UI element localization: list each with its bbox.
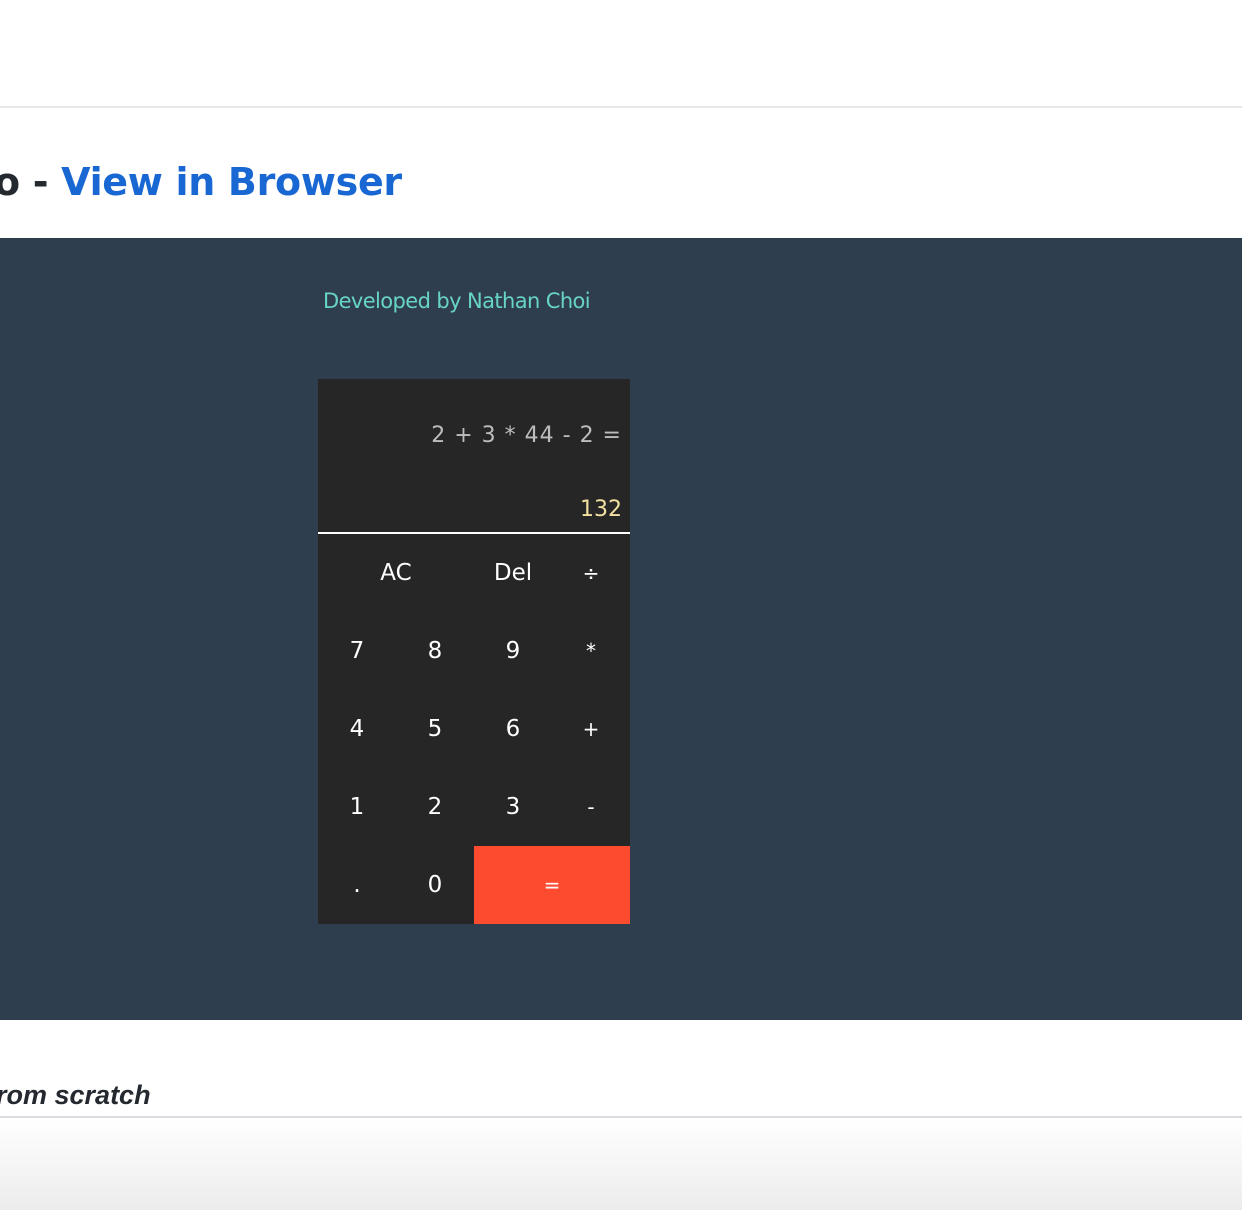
expression-readout: 2 + 3 * 44 - 2 = <box>431 423 622 448</box>
digit-5-button[interactable]: 5 <box>396 690 474 768</box>
section-caption: rom scratch <box>0 1080 151 1110</box>
developer-credit: Developed by Nathan Choi <box>323 289 591 313</box>
digit-2-button[interactable]: 2 <box>396 768 474 846</box>
digit-3-button[interactable]: 3 <box>474 768 552 846</box>
digit-0-button[interactable]: 0 <box>396 846 474 924</box>
digit-9-button[interactable]: 9 <box>474 612 552 690</box>
page-heading: o - View in Browser <box>0 158 402 206</box>
heading-prefix: o - <box>0 160 62 204</box>
digit-7-button[interactable]: 7 <box>318 612 396 690</box>
top-divider <box>0 106 1242 108</box>
keypad: AC Del ÷ 7 8 9 * 4 5 6 + 1 2 3 - . 0 = <box>318 534 630 924</box>
calculator: 2 + 3 * 44 - 2 = 132 AC Del ÷ 7 8 9 * 4 … <box>318 379 630 924</box>
digit-4-button[interactable]: 4 <box>318 690 396 768</box>
calculator-display: 2 + 3 * 44 - 2 = 132 <box>318 379 630 534</box>
delete-button[interactable]: Del <box>474 534 552 612</box>
digit-8-button[interactable]: 8 <box>396 612 474 690</box>
result-readout: 132 <box>580 497 622 522</box>
plus-button[interactable]: + <box>552 690 630 768</box>
view-in-browser-link[interactable]: View in Browser <box>61 160 402 204</box>
bottom-panel <box>0 1118 1242 1210</box>
minus-button[interactable]: - <box>552 768 630 846</box>
digit-6-button[interactable]: 6 <box>474 690 552 768</box>
digit-1-button[interactable]: 1 <box>318 768 396 846</box>
all-clear-button[interactable]: AC <box>318 534 474 612</box>
decimal-point-button[interactable]: . <box>318 846 396 924</box>
multiply-button[interactable]: * <box>552 612 630 690</box>
demo-preview: Developed by Nathan Choi 2 + 3 * 44 - 2 … <box>0 238 1242 1020</box>
equals-button[interactable]: = <box>474 846 630 924</box>
divide-button[interactable]: ÷ <box>552 534 630 612</box>
